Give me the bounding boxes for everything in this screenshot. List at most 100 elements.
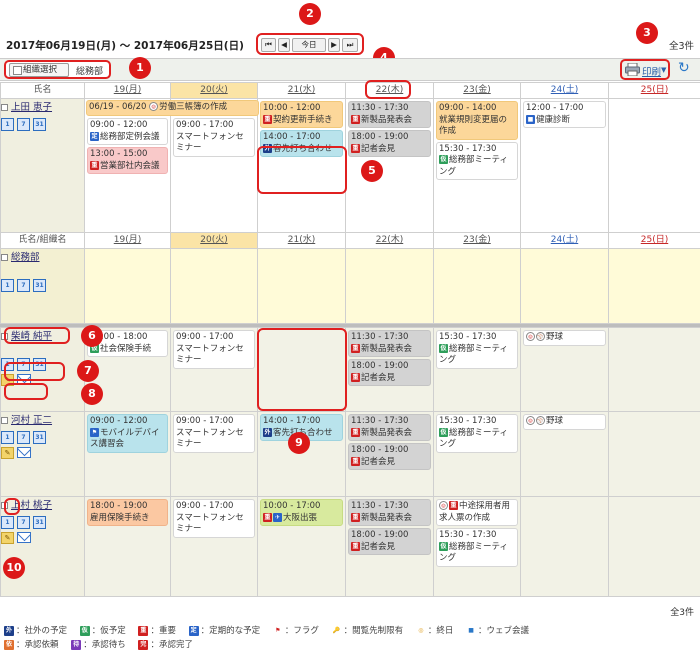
mail-icon[interactable] xyxy=(17,447,31,458)
day-view-icon[interactable]: 1 xyxy=(1,279,14,292)
event-item[interactable]: 15:30 - 17:30 仮総務部ミーティング xyxy=(436,141,518,180)
event-item[interactable]: 15:30 - 17:30 仮総務部ミーティング xyxy=(436,528,518,567)
cell-sat[interactable] xyxy=(520,248,609,324)
day-header-sat[interactable]: 24(土) xyxy=(520,232,609,249)
cell-wed[interactable]: 10:00 - 17:00 重 ✈ 大阪出張 xyxy=(257,496,346,597)
cell-mon[interactable]: 09:00 - 12:00 ⚑ モバイルデバイス講習会 xyxy=(84,411,171,497)
cell-wed[interactable]: 14:00 - 17:00外客先打ち合わせ xyxy=(257,411,346,497)
mail-icon[interactable] xyxy=(17,532,31,543)
event-item[interactable]: 09:00 - 17:00 スマートフォンセミナー xyxy=(173,330,255,369)
month-view-icon[interactable]: 31 xyxy=(33,516,46,529)
cell-sun[interactable] xyxy=(608,496,700,597)
event-item[interactable]: 10:00 - 12:00 重契約更新手続き xyxy=(260,101,343,128)
event-item[interactable]: 09:00 - 12:00 ⚑ モバイルデバイス講習会 xyxy=(87,414,168,453)
org-select-button[interactable]: 組織選択 xyxy=(9,63,69,77)
month-view-icon[interactable]: 31 xyxy=(33,118,46,131)
group-name-link[interactable]: 総務部 xyxy=(11,252,40,263)
user-name-link[interactable]: 上田 恵子 xyxy=(11,102,52,113)
day-header-fri[interactable]: 23(金) xyxy=(433,82,521,99)
cell-fri[interactable] xyxy=(433,248,521,324)
cell-thu[interactable]: 11:30 - 17:30 重新製品発表会 18:00 - 19:00 重記者会見 xyxy=(345,411,434,497)
event-item[interactable]: 18:00 - 19:00 重記者会見 xyxy=(348,130,431,157)
day-header-sun[interactable]: 25(日) xyxy=(608,232,700,249)
cell-tue[interactable]: 09:00 - 17:00 スマートフォンセミナー xyxy=(170,496,258,597)
event-item[interactable]: 15:30 - 17:30 仮総務部ミーティング xyxy=(436,330,518,369)
day-header-mon[interactable]: 19(月) xyxy=(84,232,171,249)
user-checkbox[interactable] xyxy=(1,104,8,111)
cell-thu[interactable]: 11:30 - 17:30 重新製品発表会 18:00 - 19:00 重記者会見 xyxy=(345,496,434,597)
cell-sat[interactable] xyxy=(520,496,609,597)
event-item[interactable]: 09:00 - 14:00 就業規則変更届の作成 xyxy=(436,101,518,140)
event-item[interactable]: 09:00 - 12:00 定総務部定例会議 xyxy=(87,118,168,145)
cell-mon[interactable]: 18:00 - 19:00 雇用保険手続き xyxy=(84,496,171,597)
print-button[interactable]: 印刷 ▼ xyxy=(620,59,670,80)
span-event[interactable]: 06/19 - 06/20 ◎ 労働三帳簿の作成 xyxy=(86,100,259,116)
cell-sat[interactable]: ◎ ⚾ 野球 xyxy=(520,327,609,412)
user-name-link[interactable]: 河村 正二 xyxy=(11,415,52,426)
event-item[interactable]: ◎ ⚾ 野球 xyxy=(523,330,606,346)
cell-sun[interactable] xyxy=(608,248,700,324)
cell-tue[interactable]: 09:00 - 17:00 スマートフォンセミナー xyxy=(170,327,258,412)
group-checkbox[interactable] xyxy=(1,254,8,261)
cell-sat[interactable]: ◎ ⚾ 野球 xyxy=(520,411,609,497)
event-item[interactable]: 09:00 - 17:00 スマートフォンセミナー xyxy=(173,499,255,538)
day-header-wed[interactable]: 21(水) xyxy=(257,232,346,249)
day-header-sat[interactable]: 24(土) xyxy=(520,82,609,99)
cell-sun[interactable] xyxy=(608,98,700,236)
event-item[interactable]: 11:30 - 17:30 重新製品発表会 xyxy=(348,414,431,441)
day-header-thu[interactable]: 22(木) xyxy=(345,232,434,249)
day-header-tue[interactable]: 20(火) xyxy=(170,82,258,99)
week-view-icon[interactable]: 7 xyxy=(17,279,30,292)
day-header-tue[interactable]: 20(火) xyxy=(170,232,258,249)
event-item[interactable]: 18:00 - 19:00 重記者会見 xyxy=(348,443,431,470)
cell-fri[interactable]: 09:00 - 14:00 就業規則変更届の作成 15:30 - 17:30 仮総務… xyxy=(433,98,521,236)
day-view-icon[interactable]: 1 xyxy=(1,431,14,444)
day-header-wed[interactable]: 21(水) xyxy=(257,82,346,99)
event-item[interactable]: 11:30 - 17:30 重新製品発表会 xyxy=(348,101,431,128)
day-header-fri[interactable]: 23(金) xyxy=(433,232,521,249)
event-item[interactable]: 09:00 - 17:00 スマートフォンセミナー xyxy=(173,118,255,157)
event-item[interactable]: 13:00 - 15:00 重営業部社内会議 xyxy=(87,147,168,174)
event-item[interactable]: 10:00 - 17:00 重 ✈ 大阪出張 xyxy=(260,499,343,526)
event-item[interactable]: 18:00 - 19:00 雇用保険手続き xyxy=(87,499,168,526)
memo-icon[interactable]: ✎ xyxy=(1,447,14,459)
week-view-icon[interactable]: 7 xyxy=(17,516,30,529)
today-button[interactable]: 今日 xyxy=(292,38,326,52)
next-week-button[interactable]: ▶ xyxy=(328,38,340,52)
cell-sat[interactable]: 12:00 - 17:00 ■ 健康診断 xyxy=(520,98,609,236)
cell-tue[interactable]: 09:00 - 17:00 スマートフォンセミナー xyxy=(170,411,258,497)
cell-thu[interactable] xyxy=(345,248,434,324)
cell-fri[interactable]: 15:30 - 17:30 仮総務部ミーティング xyxy=(433,411,521,497)
prev-week-button[interactable]: ◀ xyxy=(278,38,290,52)
cell-tue[interactable] xyxy=(170,248,258,324)
day-header-mon[interactable]: 19(月) xyxy=(84,82,171,99)
day-view-icon[interactable]: 1 xyxy=(1,118,14,131)
first-week-button[interactable]: ⏮ xyxy=(261,38,276,52)
cell-mon[interactable] xyxy=(84,248,171,324)
event-item[interactable]: 11:30 - 17:30 重新製品発表会 xyxy=(348,499,431,526)
cell-wed[interactable] xyxy=(257,248,346,324)
refresh-icon[interactable]: ↻ xyxy=(678,61,693,76)
event-item[interactable]: 12:00 - 17:00 ■ 健康診断 xyxy=(523,101,606,128)
cell-tue[interactable]: 09:00 - 17:00 スマートフォンセミナー xyxy=(170,98,258,236)
cell-sun[interactable] xyxy=(608,327,700,412)
day-header-sun[interactable]: 25(日) xyxy=(608,82,700,99)
month-view-icon[interactable]: 31 xyxy=(33,279,46,292)
cell-thu[interactable]: 11:30 - 17:30 重新製品発表会 18:00 - 19:00 重記者会見 xyxy=(345,98,434,236)
cell-fri[interactable]: ◎ 重中途採用者用求人票の作成 15:30 - 17:30 仮総務部ミーティング xyxy=(433,496,521,597)
week-view-icon[interactable]: 7 xyxy=(17,431,30,444)
event-item[interactable]: 09:00 - 17:00 スマートフォンセミナー xyxy=(173,414,255,453)
day-view-icon[interactable]: 1 xyxy=(1,516,14,529)
cell-fri[interactable]: 15:30 - 17:30 仮総務部ミーティング xyxy=(433,327,521,412)
event-item[interactable]: 18:00 - 19:00 重記者会見 xyxy=(348,528,431,555)
user-checkbox[interactable] xyxy=(1,417,8,424)
event-item[interactable]: 18:00 - 19:00 重記者会見 xyxy=(348,359,431,386)
event-item[interactable]: ◎ ⚾ 野球 xyxy=(523,414,606,430)
cell-mon[interactable]: 06/19 - 06/20 ◎ 労働三帳簿の作成 09:00 - 12:00 定総務… xyxy=(84,98,259,236)
cell-sun[interactable] xyxy=(608,411,700,497)
event-item[interactable]: 11:30 - 17:30 重新製品発表会 xyxy=(348,330,431,357)
memo-icon[interactable]: ✎ xyxy=(1,532,14,544)
month-view-icon[interactable]: 31 xyxy=(33,431,46,444)
event-item[interactable]: ◎ 重中途採用者用求人票の作成 xyxy=(436,499,518,526)
cell-thu[interactable]: 11:30 - 17:30 重新製品発表会 18:00 - 19:00 重記者会見 xyxy=(345,327,434,412)
